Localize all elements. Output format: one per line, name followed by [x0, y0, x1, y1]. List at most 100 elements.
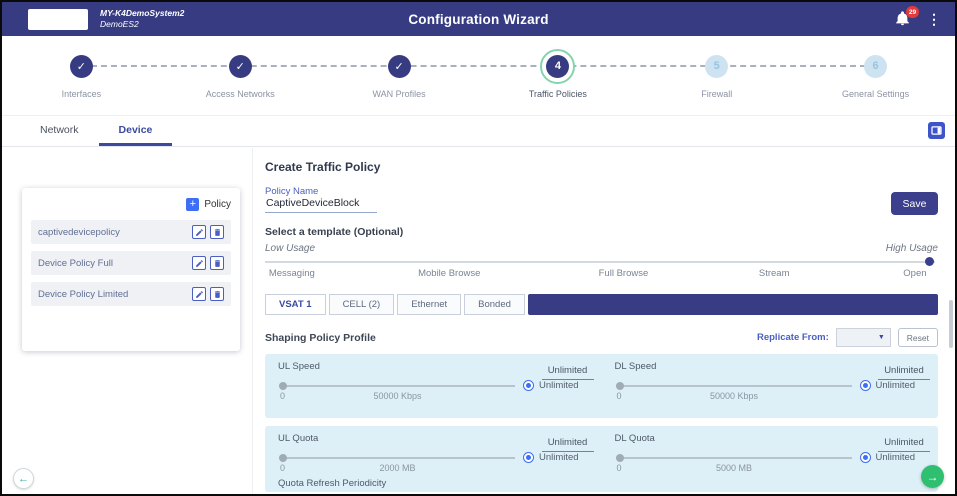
policy-list-item[interactable]: captivedevicepolicy — [31, 220, 231, 244]
collapse-panel-icon[interactable] — [928, 122, 945, 139]
tab-device[interactable]: Device — [99, 116, 173, 146]
delete-policy-button[interactable] — [210, 225, 224, 239]
check-icon: ✓ — [70, 55, 93, 78]
dl-speed-label: DL Speed — [615, 361, 657, 372]
unlimited-radio-label: Unlimited — [539, 380, 579, 391]
dl-speed-block: DL Speed 0 50000 Kbps Unlimited Unlimite… — [602, 354, 939, 418]
policy-list-item[interactable]: Device Policy Limited — [31, 282, 231, 306]
step-firewall[interactable]: 5 Firewall — [637, 48, 796, 99]
app-window: MY-K4DemoSystem2 DemoES2 Configuration W… — [0, 0, 957, 496]
tab-vsat-1[interactable]: VSAT 1 — [265, 294, 326, 315]
notifications-bell-icon[interactable]: 29 — [895, 11, 911, 27]
slider-max: 50000 Kbps — [280, 391, 515, 401]
add-policy-button[interactable]: + Policy — [31, 198, 231, 211]
dl-quota-slider-handle[interactable] — [616, 454, 624, 462]
ul-quota-unlimited-radio[interactable]: Unlimited — [523, 452, 579, 463]
radio-selected-icon — [523, 380, 534, 391]
edit-policy-button[interactable] — [192, 256, 206, 270]
tick-mobile-browse[interactable]: Mobile Browse — [418, 268, 480, 279]
dl-quota-slider-track[interactable] — [617, 457, 852, 459]
step-general-settings[interactable]: 6 General Settings — [796, 48, 955, 99]
ul-speed-unlimited-radio[interactable]: Unlimited — [523, 380, 579, 391]
check-icon: ✓ — [388, 55, 411, 78]
template-slider-handle[interactable] — [925, 257, 934, 266]
radio-selected-icon — [523, 452, 534, 463]
dl-quota-label: DL Quota — [615, 433, 655, 444]
save-button[interactable]: Save — [891, 192, 938, 215]
policy-name: captivedevicepolicy — [38, 227, 188, 238]
quota-refresh-periodicity-label: Quota Refresh Periodicity — [278, 478, 386, 489]
ul-speed-value-field[interactable]: Unlimited — [542, 365, 594, 380]
step-wan-profiles[interactable]: ✓ WAN Profiles — [320, 48, 479, 99]
tabs-filler-bar — [528, 294, 938, 315]
tick-messaging[interactable]: Messaging — [269, 268, 315, 279]
step-label: Firewall — [637, 89, 796, 99]
delete-policy-button[interactable] — [210, 256, 224, 270]
step-label: Interfaces — [2, 89, 161, 99]
replicate-from-select[interactable]: ▼ — [836, 328, 891, 347]
scrollbar-thumb[interactable] — [949, 300, 953, 348]
template-slider-track[interactable] — [265, 261, 935, 263]
overflow-menu-icon[interactable]: ⋮ — [927, 12, 941, 26]
tab-network[interactable]: Network — [20, 116, 99, 146]
low-usage-label: Low Usage — [265, 243, 315, 254]
step-traffic-policies[interactable]: 4 Traffic Policies — [478, 48, 637, 99]
step-number: 5 — [705, 55, 728, 78]
ul-speed-slider-handle[interactable] — [279, 382, 287, 390]
tab-ethernet[interactable]: Ethernet — [397, 294, 461, 315]
ul-quota-slider-handle[interactable] — [279, 454, 287, 462]
dl-speed-slider-track[interactable] — [617, 385, 852, 387]
delete-policy-button[interactable] — [210, 287, 224, 301]
template-section-label: Select a template (Optional) — [265, 226, 403, 238]
replicate-controls: Replicate From: ▼ Reset — [757, 328, 938, 347]
step-number: 4 — [546, 55, 569, 78]
content-divider — [252, 148, 253, 494]
dl-quota-value-field[interactable]: Unlimited — [878, 437, 930, 452]
unlimited-radio-label: Unlimited — [539, 452, 579, 463]
edit-policy-button[interactable] — [192, 287, 206, 301]
edit-policy-button[interactable] — [192, 225, 206, 239]
tick-stream[interactable]: Stream — [759, 268, 790, 279]
ul-quota-label: UL Quota — [278, 433, 318, 444]
slider-max: 2000 MB — [280, 463, 515, 473]
policy-name-label: Policy Name — [265, 186, 318, 197]
tab-cell[interactable]: CELL (2) — [329, 294, 395, 315]
dl-quota-block: DL Quota 0 5000 MB Unlimited Unlimited — [602, 426, 939, 492]
dl-speed-slider-handle[interactable] — [616, 382, 624, 390]
active-step-ring: 4 — [540, 49, 575, 84]
header-actions: 29 ⋮ — [895, 2, 941, 36]
page-title: Configuration Wizard — [2, 12, 955, 27]
step-label: Access Networks — [161, 89, 320, 99]
dl-speed-unlimited-radio[interactable]: Unlimited — [860, 380, 916, 391]
interface-tabs: VSAT 1 CELL (2) Ethernet Bonded — [265, 294, 938, 315]
template-slider-ticks: Messaging Mobile Browse Full Browse Stre… — [265, 268, 935, 281]
replicate-from-label: Replicate From: — [757, 332, 829, 343]
slider-max: 50000 Kbps — [617, 391, 852, 401]
unlimited-radio-label: Unlimited — [876, 380, 916, 391]
policy-list-item[interactable]: Device Policy Full — [31, 251, 231, 275]
plus-icon: + — [186, 198, 199, 211]
next-button[interactable]: → — [921, 465, 944, 488]
speed-panel: UL Speed 0 50000 Kbps Unlimited Unlimite… — [265, 354, 938, 418]
ul-quota-value-field[interactable]: Unlimited — [542, 437, 594, 452]
step-label: Traffic Policies — [478, 89, 637, 99]
back-button[interactable]: ← — [13, 468, 34, 489]
dl-speed-value-field[interactable]: Unlimited — [878, 365, 930, 380]
ul-quota-slider-track[interactable] — [280, 457, 515, 459]
policy-name-input[interactable] — [265, 197, 377, 213]
add-policy-label: Policy — [204, 199, 231, 210]
tick-open[interactable]: Open — [903, 268, 926, 279]
step-access-networks[interactable]: ✓ Access Networks — [161, 48, 320, 99]
tab-bonded[interactable]: Bonded — [464, 294, 525, 315]
step-interfaces[interactable]: ✓ Interfaces — [2, 48, 161, 99]
ul-speed-label: UL Speed — [278, 361, 320, 372]
ul-speed-slider-track[interactable] — [280, 385, 515, 387]
unlimited-radio-label: Unlimited — [876, 452, 916, 463]
reset-button[interactable]: Reset — [898, 328, 938, 347]
dl-quota-unlimited-radio[interactable]: Unlimited — [860, 452, 916, 463]
step-label: WAN Profiles — [320, 89, 479, 99]
radio-selected-icon — [860, 380, 871, 391]
wizard-stepper: ✓ Interfaces ✓ Access Networks ✓ WAN Pro… — [2, 36, 955, 116]
tick-full-browse[interactable]: Full Browse — [599, 268, 649, 279]
notification-badge: 29 — [906, 6, 919, 18]
